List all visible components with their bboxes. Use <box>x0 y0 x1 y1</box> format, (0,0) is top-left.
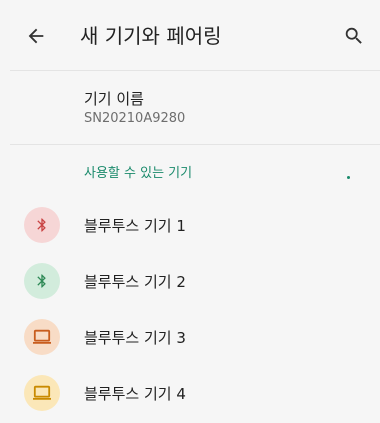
device-label: 블루투스 기기 2 <box>84 273 186 291</box>
bluetooth-icon <box>34 271 50 291</box>
back-button[interactable] <box>22 22 50 50</box>
device-icon-circle <box>24 207 60 243</box>
device-name-label: 기기 이름 <box>84 90 144 108</box>
page-title: 새 기기와 페어링 <box>80 24 222 48</box>
device-label: 블루투스 기기 1 <box>84 217 186 235</box>
device-label: 블루투스 기기 4 <box>84 385 186 403</box>
device-name-value: SN20210A9280 <box>84 111 186 126</box>
device-label: 블루투스 기기 3 <box>84 329 186 347</box>
app-bar: 새 기기와 페어링 <box>10 0 380 71</box>
list-item[interactable]: 블루투스 기기 1 <box>10 197 380 253</box>
device-icon-circle <box>24 319 60 355</box>
device-icon-circle <box>24 375 60 411</box>
list-item[interactable]: 블루투스 기기 4 <box>10 365 380 421</box>
list-item[interactable]: 블루투스 기기 2 <box>10 253 380 309</box>
screen: 새 기기와 페어링 기기 이름 SN20210A9280 사용할 수 있는 기기 <box>10 0 380 423</box>
available-devices-header: 사용할 수 있는 기기 <box>84 166 193 181</box>
search-button[interactable] <box>340 22 368 50</box>
device-name-row[interactable]: 기기 이름 SN20210A9280 <box>10 71 380 145</box>
device-icon-circle <box>24 263 60 299</box>
bluetooth-icon <box>34 215 50 235</box>
laptop-icon <box>31 384 53 402</box>
arrow-back-icon <box>25 25 47 47</box>
scanning-indicator <box>347 176 350 179</box>
search-icon <box>343 25 365 47</box>
list-item[interactable]: 블루투스 기기 3 <box>10 309 380 365</box>
laptop-icon <box>31 328 53 346</box>
